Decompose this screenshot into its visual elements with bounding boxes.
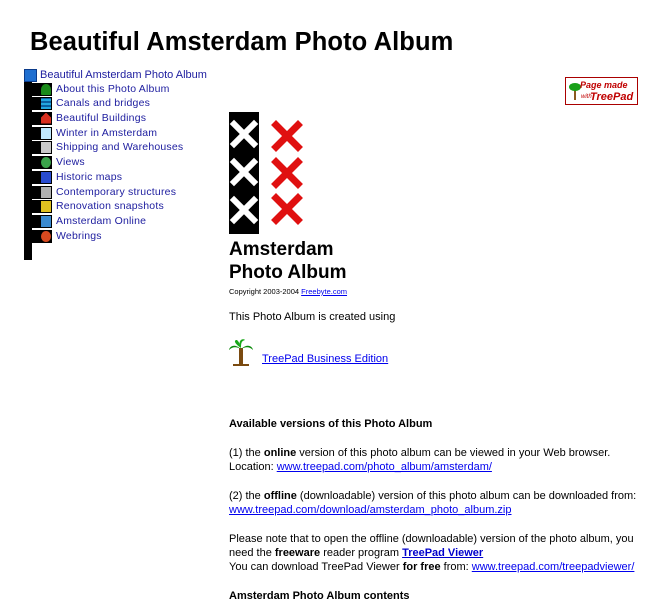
tree-item-label[interactable]: Renovation snapshots [56, 200, 164, 212]
online-prefix: (1) the [229, 447, 264, 459]
tree-item-renovation[interactable]: Renovation snapshots [32, 199, 164, 213]
tree-item-winter[interactable]: Winter in Amsterdam [32, 126, 157, 140]
album-title-line2: Photo Album [229, 262, 347, 283]
map-icon [32, 170, 52, 184]
palm-tree-icon [32, 82, 52, 96]
page-title: Beautiful Amsterdam Photo Album [30, 28, 454, 56]
badge-line1: Page made [580, 80, 628, 90]
tree-root-link[interactable]: Beautiful Amsterdam Photo Album [40, 69, 207, 81]
tree-item-canals[interactable]: Canals and bridges [32, 96, 150, 110]
album-title: Amsterdam Photo Album [229, 238, 347, 284]
contents-heading: Amsterdam Photo Album contents [229, 590, 410, 602]
tree-item-label[interactable]: Amsterdam Online [56, 215, 146, 227]
online-version-text: (1) the online version of this photo alb… [229, 446, 610, 460]
tree-root-item[interactable]: Beautiful Amsterdam Photo Album [24, 68, 207, 82]
treepad-row: TreePad Business Edition [229, 338, 388, 366]
offline-prefix: (2) the [229, 490, 264, 502]
tree-item-label[interactable]: Beautiful Buildings [56, 112, 146, 124]
note-line3-mid: from: [440, 561, 472, 573]
tree-item-shipping[interactable]: Shipping and Warehouses [32, 140, 183, 154]
album-icon [24, 68, 37, 82]
tree-item-label[interactable]: Canals and bridges [56, 97, 150, 109]
location-label: Location: [229, 461, 277, 473]
treepad-business-link[interactable]: TreePad Business Edition [262, 352, 388, 366]
water-icon [32, 96, 52, 110]
online-suffix: version of this photo album can be viewe… [296, 447, 611, 459]
tree-item-label[interactable]: Shipping and Warehouses [56, 141, 183, 153]
offline-version-text: (2) the offline (downloadable) version o… [229, 489, 636, 503]
copyright-text: Copyright 2003-2004 [229, 287, 300, 296]
offline-url-line: www.treepad.com/download/amsterdam_photo… [229, 503, 512, 517]
tree-item-buildings[interactable]: Beautiful Buildings [32, 111, 146, 125]
created-using-text: This Photo Album is created using [229, 311, 396, 323]
location-line: Location: www.treepad.com/photo_album/am… [229, 460, 492, 474]
offline-bold: offline [263, 490, 297, 502]
network-icon [32, 214, 52, 228]
online-bold: online [263, 447, 297, 459]
tree-item-label[interactable]: Webrings [56, 230, 102, 242]
tree-item-about[interactable]: About this Photo Album [32, 82, 170, 96]
note-line3: You can download TreePad Viewer for free… [229, 560, 634, 574]
globe-icon [32, 155, 52, 169]
webring-icon [32, 229, 52, 243]
versions-heading: Available versions of this Photo Album [229, 418, 433, 430]
crane-icon [32, 199, 52, 213]
for-free-bold: for free [402, 561, 441, 573]
warehouse-icon [32, 140, 52, 154]
tree-item-webrings[interactable]: Webrings [32, 229, 102, 243]
amsterdam-crosses-logo [229, 112, 303, 234]
online-location-link[interactable]: www.treepad.com/photo_album/amsterdam/ [277, 461, 492, 473]
tree-item-online[interactable]: Amsterdam Online [32, 214, 146, 228]
tree-item-label[interactable]: Winter in Amsterdam [56, 127, 157, 139]
tree-item-contemporary[interactable]: Contemporary structures [32, 185, 176, 199]
copyright: Copyright 2003-2004 Freebyte.com [229, 285, 347, 299]
building-icon [32, 185, 52, 199]
treepad-viewer-link[interactable]: TreePad Viewer [402, 547, 483, 559]
house-icon [32, 111, 52, 125]
note-line1: Please note that to open the offline (do… [229, 533, 634, 545]
treepad-badge[interactable]: Page made with TreePad [565, 77, 638, 105]
tree-item-label[interactable]: About this Photo Album [56, 83, 170, 95]
badge-line2: TreePad [590, 91, 634, 103]
tree-item-views[interactable]: Views [32, 155, 85, 169]
note-line2-prefix: need the [229, 547, 275, 559]
tree-item-maps[interactable]: Historic maps [32, 170, 122, 184]
note-line2-mid: reader program [320, 547, 403, 559]
tree-connector [24, 82, 32, 260]
tree-item-label[interactable]: Views [56, 156, 85, 168]
note-line2: need the freeware reader program TreePad… [229, 546, 483, 560]
note-line3-prefix: You can download TreePad Viewer [229, 561, 403, 573]
freeware-bold: freeware [274, 547, 321, 559]
offline-download-link[interactable]: www.treepad.com/download/amsterdam_photo… [229, 504, 512, 516]
album-title-line1: Amsterdam [229, 239, 334, 260]
snowflake-icon [32, 126, 52, 140]
treepad-viewer-url-link[interactable]: www.treepad.com/treepadviewer/ [472, 561, 635, 573]
tree-item-label[interactable]: Contemporary structures [56, 186, 176, 198]
offline-suffix: (downloadable) version of this photo alb… [296, 490, 637, 502]
tree-item-label[interactable]: Historic maps [56, 171, 122, 183]
palm-tree-icon [229, 339, 253, 366]
freebyte-link[interactable]: Freebyte.com [301, 287, 347, 296]
